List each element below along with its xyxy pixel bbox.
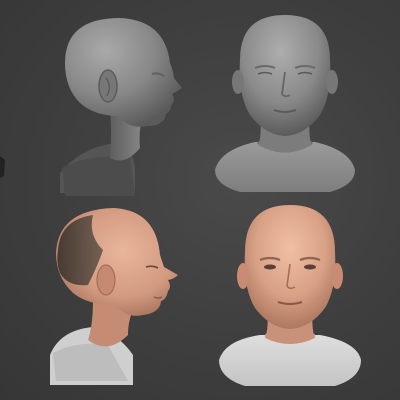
render-viewport[interactable] <box>0 0 400 400</box>
textured-scan-profile-render <box>48 205 188 390</box>
partial-model-edge <box>0 150 6 180</box>
clay-sculpt-profile-render <box>40 8 200 203</box>
clay-sculpt-front-render <box>210 10 360 200</box>
textured-scan-front-render <box>215 200 365 395</box>
